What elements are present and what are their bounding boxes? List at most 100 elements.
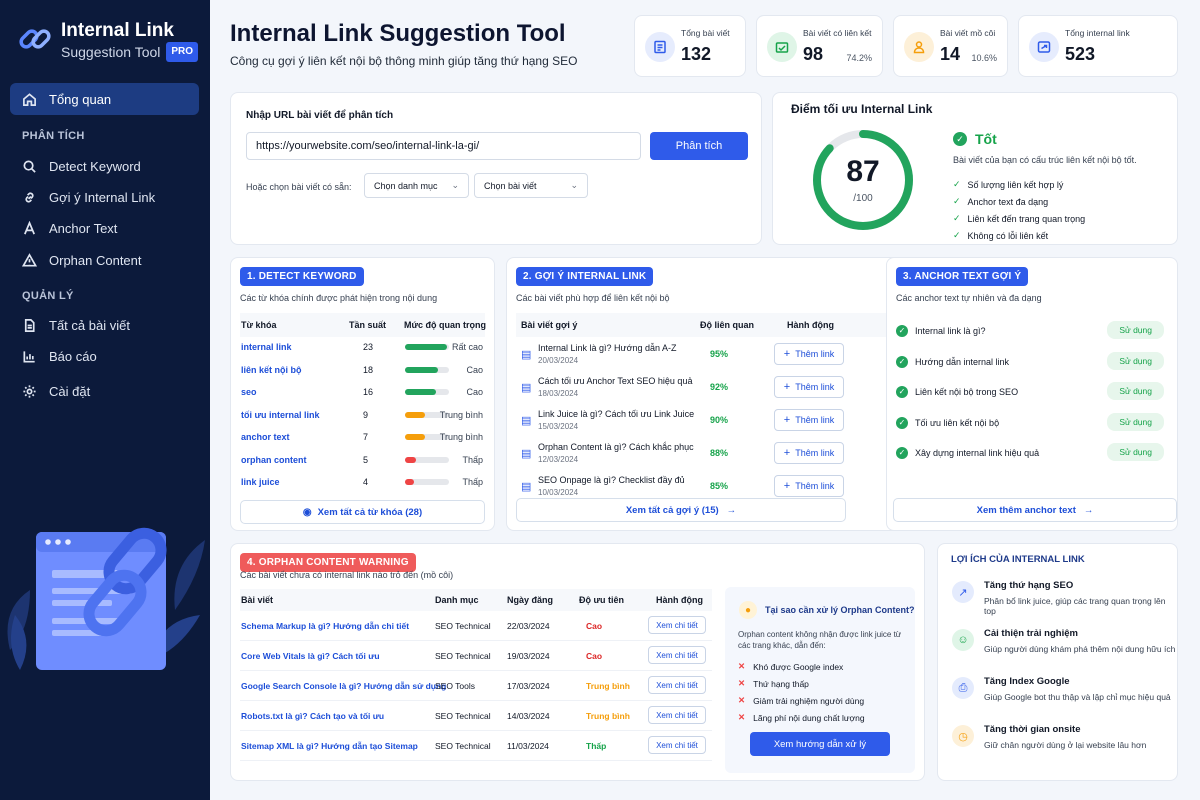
keyword-link[interactable]: internal link [241,342,292,352]
orphan-post-link[interactable]: Robots.txt là gì? Cách tạo và tối ưu [241,711,384,721]
benefit-item: ↗ Tăng thứ hạng SEO Phân bổ link juice, gi… [938,576,1177,620]
anchor-item: ✓ Tối ưu liên kết nội bộ Sử dụng [887,412,1177,434]
score-check-item: ✓ Số lượng liên kết hợp lý [953,176,1085,193]
analyze-button[interactable]: Phân tích [650,132,748,160]
view-guide-button[interactable]: Xem hướng dẫn xử lý [750,732,890,756]
orphan-user-icon [904,32,934,62]
brand[interactable]: Internal Link Suggestion Tool PRO [18,20,199,62]
nav-reports[interactable]: Báo cáo [10,340,199,372]
nav-all-posts-label: Tất cả bài viết [49,317,130,333]
nav-suggest-link-label: Gợi ý Internal Link [49,189,156,205]
url-input[interactable] [246,132,641,160]
add-link-button[interactable]: + Thêm link [774,376,844,398]
benefit-title: Tăng Index Google [984,676,1070,687]
add-link-button[interactable]: + Thêm link [774,442,844,464]
benefit-desc: Phân bổ link juice, giúp các trang quan … [984,596,1166,616]
orphan-post-link[interactable]: Schema Markup là gì? Hướng dẫn chi tiết [241,621,409,631]
suggested-post-title[interactable]: Link Juice là gì? Cách tối ưu Link Juice [538,409,694,419]
orphan-date: 14/03/2024 [507,711,550,721]
check-icon: ✓ [953,196,961,206]
keyword-link[interactable]: seo [241,387,257,397]
keyword-link[interactable]: orphan content [241,455,307,465]
nav-detect-keyword[interactable]: Detect Keyword [10,150,199,182]
suggested-post-title[interactable]: SEO Onpage là gì? Checklist đầy đủ [538,475,685,485]
use-anchor-button[interactable]: Sử dụng [1107,351,1164,370]
plus-icon: + [783,381,791,393]
use-anchor-button[interactable]: Sử dụng [1107,321,1164,339]
orphan-post-link[interactable]: Google Search Console là gì? Hướng dẫn s… [241,681,446,691]
nav-suggest-link[interactable]: Gợi ý Internal Link [10,181,199,213]
benefit-desc: Giúp người dùng khám phá thêm nội dung h… [984,644,1176,654]
importance-level: Cao [466,364,483,375]
view-detail-button[interactable]: Xem chi tiết [648,676,706,694]
view-all-keywords-button[interactable]: ◉ Xem tất cả từ khóa (28) [240,500,485,524]
use-anchor-button[interactable]: Sử dụng [1107,412,1164,431]
table-row: liên kết nội bộ 18 Cao [240,359,485,381]
post-select[interactable]: Chọn bài viết ⌄ [474,173,588,198]
table-row: tối ưu internal link 9 Trung bình [240,404,485,426]
orphan-post-link[interactable]: Sitemap XML là gì? Hướng dẫn tạo Sitemap [241,741,418,751]
view-more-anchor-button[interactable]: Xem thêm anchor text → [893,498,1177,522]
keyword-link[interactable]: liên kết nội bộ [241,365,302,375]
nav-all-posts[interactable]: Tất cả bài viết [10,309,199,341]
view-detail-button[interactable]: Xem chi tiết [648,736,706,754]
view-detail-button[interactable]: Xem chi tiết [648,646,706,664]
anchor-item: ✓ Internal link là gì? Sử dụng [887,320,1177,342]
suggested-post-title[interactable]: Cách tối ưu Anchor Text SEO hiệu quả [538,376,692,386]
suggested-post-title[interactable]: Internal Link là gì? Hướng dẫn A-Z [538,343,677,353]
keyword-link[interactable]: tối ưu internal link [241,410,320,420]
view-detail-button[interactable]: Xem chi tiết [648,706,706,724]
anchor-text-badge: 3. ANCHOR TEXT GỢI Ý [896,267,1029,286]
add-link-button[interactable]: + Thêm link [774,343,844,365]
category-select[interactable]: Chọn danh mục ⌄ [364,173,469,198]
anchor-label: Tối ưu liên kết nội bộ [915,417,1000,428]
anchor-item: ✓ Hướng dẫn internal link Sử dụng [887,351,1177,373]
use-anchor-button[interactable]: Sử dụng [1107,382,1164,400]
x-icon: ✕ [738,678,746,688]
stat-value: 132 [681,44,712,64]
column-header: Hành động [656,595,703,605]
clock-icon: ◷ [952,725,974,747]
suggested-post-date: 10/03/2024 [538,488,579,497]
keyword-link[interactable]: link juice [241,477,280,487]
document-icon [24,318,35,332]
importance-level: Thấp [462,477,483,487]
home-icon [23,92,36,106]
keyword-link[interactable]: anchor text [241,432,290,442]
nav-orphan-content[interactable]: Orphan Content [10,244,199,276]
benefit-title: Tăng thời gian onsite [984,724,1081,735]
pro-badge: PRO [166,42,199,62]
view-detail-button[interactable]: Xem chi tiết [648,616,706,634]
importance-bar [405,479,449,485]
keyword-frequency: 23 [363,342,374,352]
check-circle-icon: ✓ [896,355,908,368]
nav-anchor-text[interactable]: Anchor Text [10,212,199,244]
add-link-button[interactable]: + Thêm link [774,475,844,497]
link-icon [25,191,34,203]
anchor-label: Xây dựng internal link hiệu quả [915,448,1040,458]
suggested-post-date: 15/03/2024 [538,422,579,431]
add-link-button[interactable]: + Thêm link [774,409,844,431]
warning-icon [22,252,37,266]
nav-overview[interactable]: Tổng quan [10,83,199,115]
table-row: Google Search Console là gì? Hướng dẫn s… [240,671,712,701]
why-item-label: Khó được Google index [753,661,844,672]
nav-settings[interactable]: Cài đặt [10,375,199,407]
score-check-list: ✓ Số lượng liên kết hợp lý ✓ Anchor text đ… [953,176,1085,244]
why-item-label: Giảm trải nghiệm người dùng [753,695,865,706]
importance-level: Trung bình [439,409,483,420]
use-anchor-button[interactable]: Sử dụng [1107,443,1164,461]
orphan-date: 17/03/2024 [507,681,550,691]
suggested-post-title[interactable]: Orphan Content là gì? Cách khắc phục [538,442,694,452]
why-desc: Orphan content không nhận được link juic… [738,630,902,650]
keyword-frequency: 4 [363,477,369,487]
importance-bar [405,456,449,463]
orphan-post-link[interactable]: Core Web Vitals là gì? Cách tối ưu [241,651,380,661]
text-icon [24,220,35,234]
view-all-suggestions-button[interactable]: Xem tất cả gợi ý (15) → [516,498,846,522]
why-item: ✕ Lãng phí nội dung chất lượng [738,709,865,726]
nav-settings-label: Cài đặt [49,383,91,399]
bar-chart-icon [23,350,35,362]
add-link-label: Thêm link [795,349,835,359]
orphan-date: 19/03/2024 [507,651,550,661]
